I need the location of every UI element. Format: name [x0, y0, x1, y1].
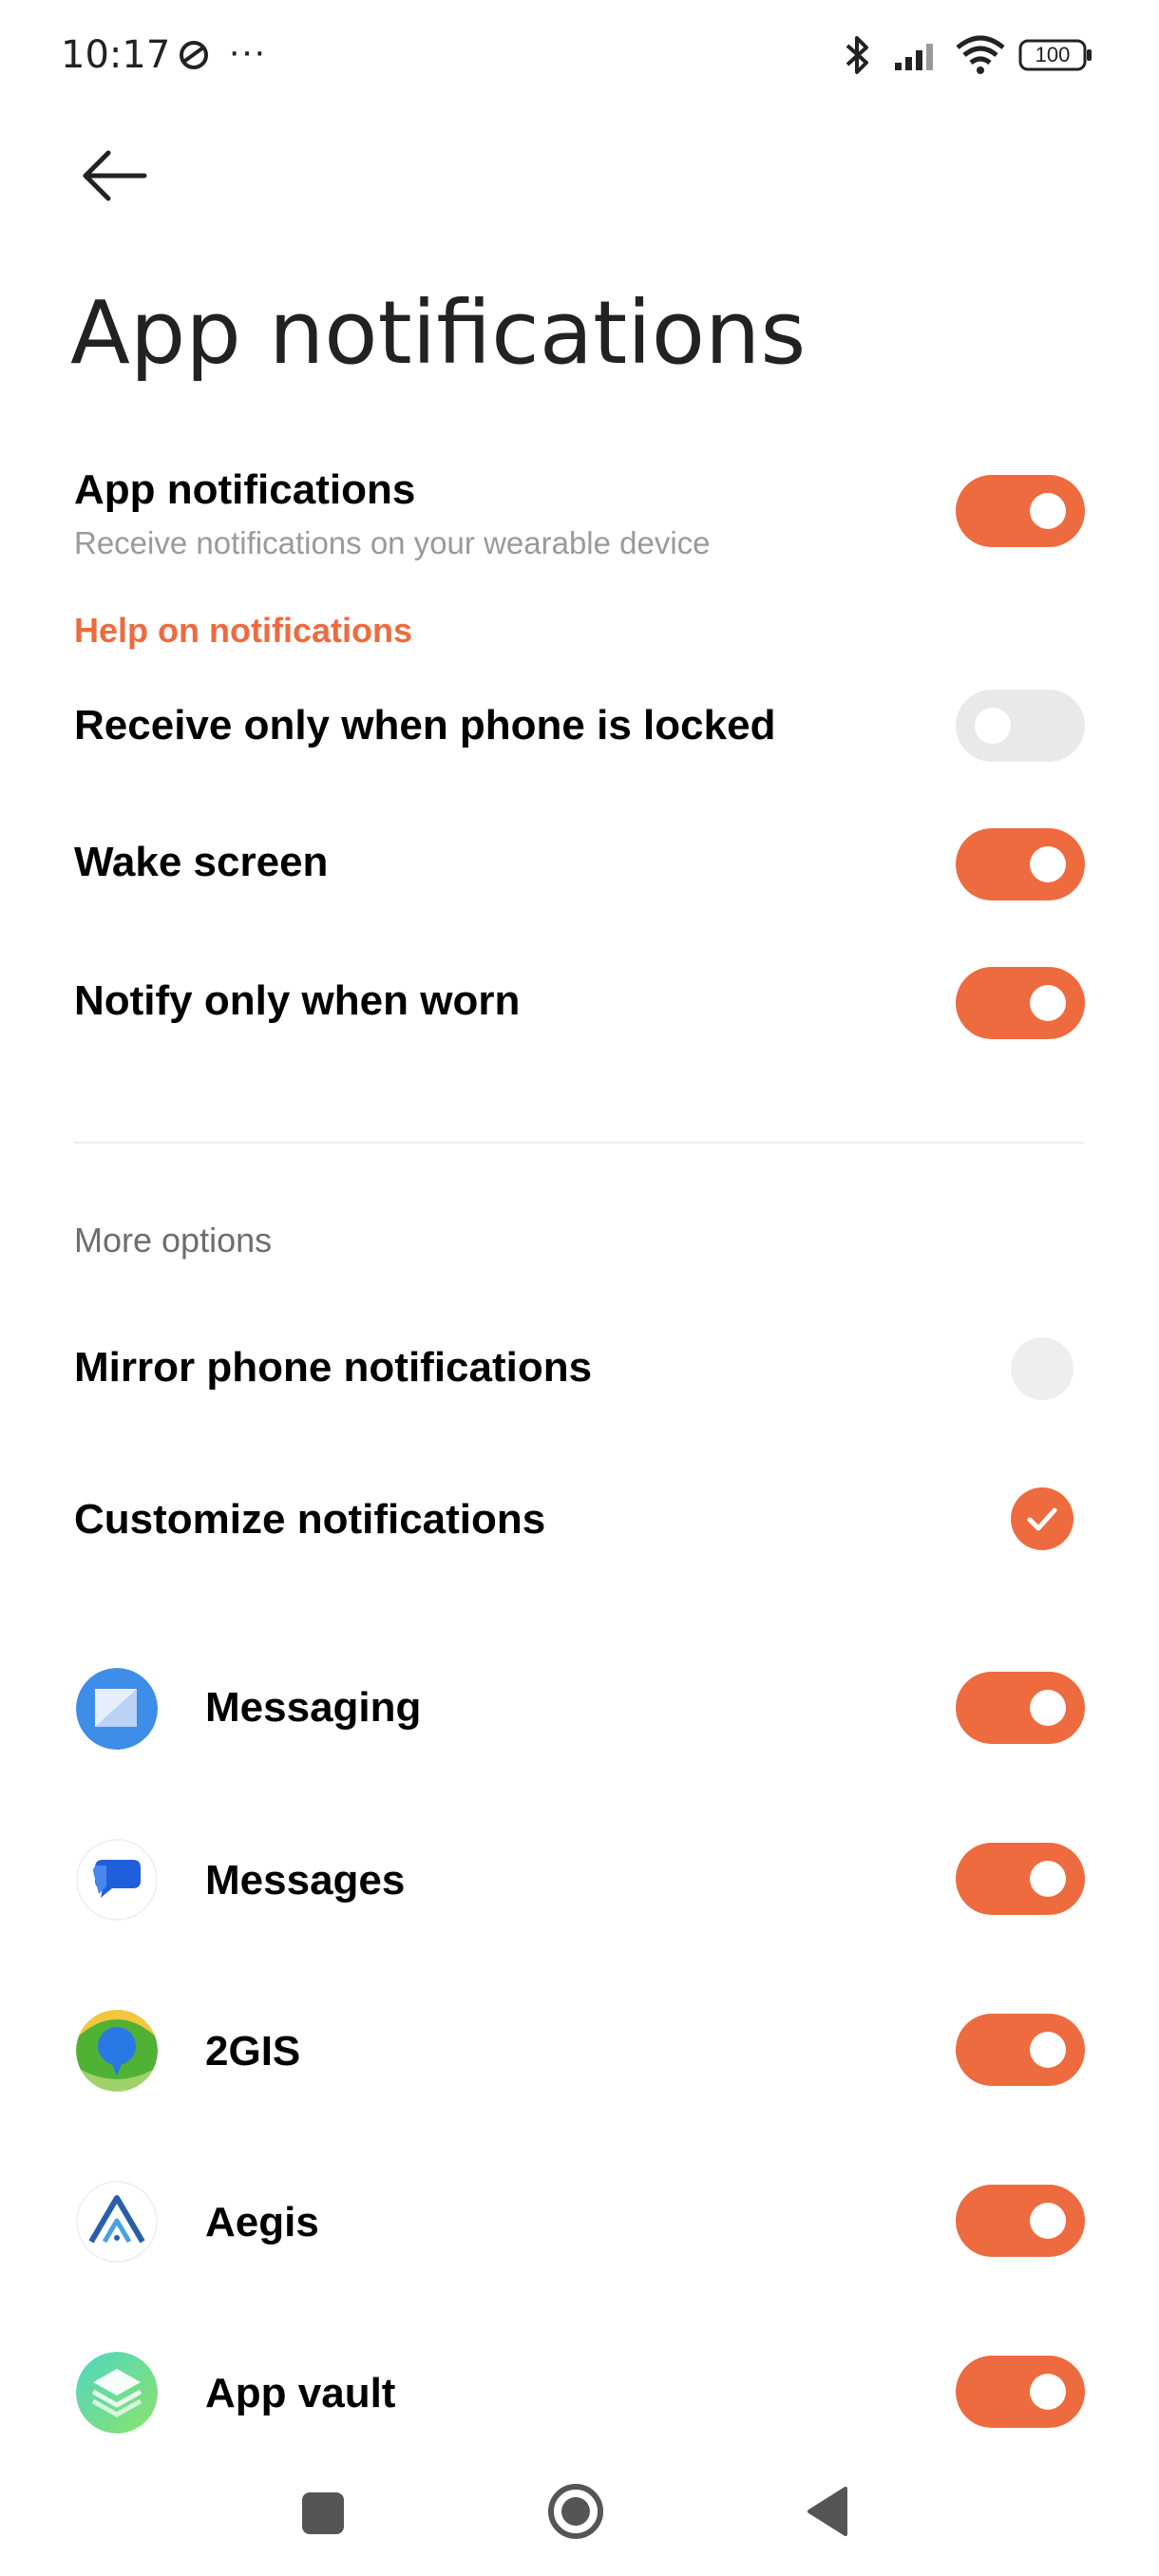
wake-screen-toggle[interactable]	[956, 828, 1085, 900]
battery-level: 100	[1035, 43, 1071, 66]
aegis-icon	[76, 2181, 158, 2263]
status-time: 10:17	[61, 33, 171, 77]
locked-only-toggle[interactable]	[956, 690, 1085, 762]
home-circle-icon	[548, 2484, 603, 2539]
2gis-icon	[76, 2010, 158, 2092]
app-notifications-subtitle: Receive notifications on your wearable d…	[74, 525, 711, 560]
home-button[interactable]	[545, 2481, 606, 2542]
wake-screen-title: Wake screen	[74, 839, 329, 885]
app-notifications-toggle[interactable]	[956, 475, 1085, 547]
customize-notifications-radio[interactable]	[1011, 1487, 1074, 1550]
wifi-icon	[954, 34, 1007, 76]
bluetooth-icon	[840, 32, 874, 78]
app-name-app-vault: App vault	[205, 2370, 396, 2416]
mirror-notifications-radio[interactable]	[1011, 1337, 1074, 1400]
aegis-toggle[interactable]	[956, 2185, 1085, 2257]
back-button[interactable]	[74, 142, 150, 209]
app-name-messaging: Messaging	[205, 1684, 422, 1731]
mirror-notifications-title: Mirror phone notifications	[74, 1344, 593, 1391]
app-name-2gis: 2GIS	[205, 2028, 301, 2074]
messages-toggle[interactable]	[956, 1843, 1085, 1915]
2gis-toggle[interactable]	[956, 2014, 1085, 2086]
signal-icon	[893, 38, 942, 72]
page-title: App notifications	[70, 282, 807, 384]
back-arrow-icon	[83, 150, 147, 201]
more-options-header: More options	[74, 1221, 273, 1260]
status-more-indicator: ···	[228, 30, 266, 72]
locked-only-title: Receive only when phone is locked	[74, 702, 776, 748]
nav-back-button[interactable]	[804, 2485, 851, 2538]
location-compass-icon	[175, 36, 213, 74]
app-vault-toggle[interactable]	[956, 2356, 1085, 2428]
back-triangle-icon	[808, 2487, 847, 2536]
app-vault-icon	[76, 2352, 158, 2434]
messages-icon	[76, 1839, 158, 1921]
battery-icon: 100	[1018, 38, 1094, 72]
notify-worn-title: Notify only when worn	[74, 977, 521, 1024]
notify-worn-toggle[interactable]	[956, 967, 1085, 1039]
messaging-icon	[76, 1668, 158, 1750]
app-name-aegis: Aegis	[205, 2199, 319, 2245]
app-name-messages: Messages	[205, 1857, 406, 1904]
recents-square-icon	[302, 2492, 344, 2534]
section-divider	[74, 1142, 1085, 1144]
app-notifications-title: App notifications	[74, 466, 416, 513]
recents-button[interactable]	[300, 2491, 346, 2536]
customize-notifications-title: Customize notifications	[74, 1496, 546, 1543]
messaging-toggle[interactable]	[956, 1672, 1085, 1744]
help-on-notifications-link[interactable]: Help on notifications	[74, 610, 412, 652]
checkmark-icon	[1027, 1507, 1057, 1531]
